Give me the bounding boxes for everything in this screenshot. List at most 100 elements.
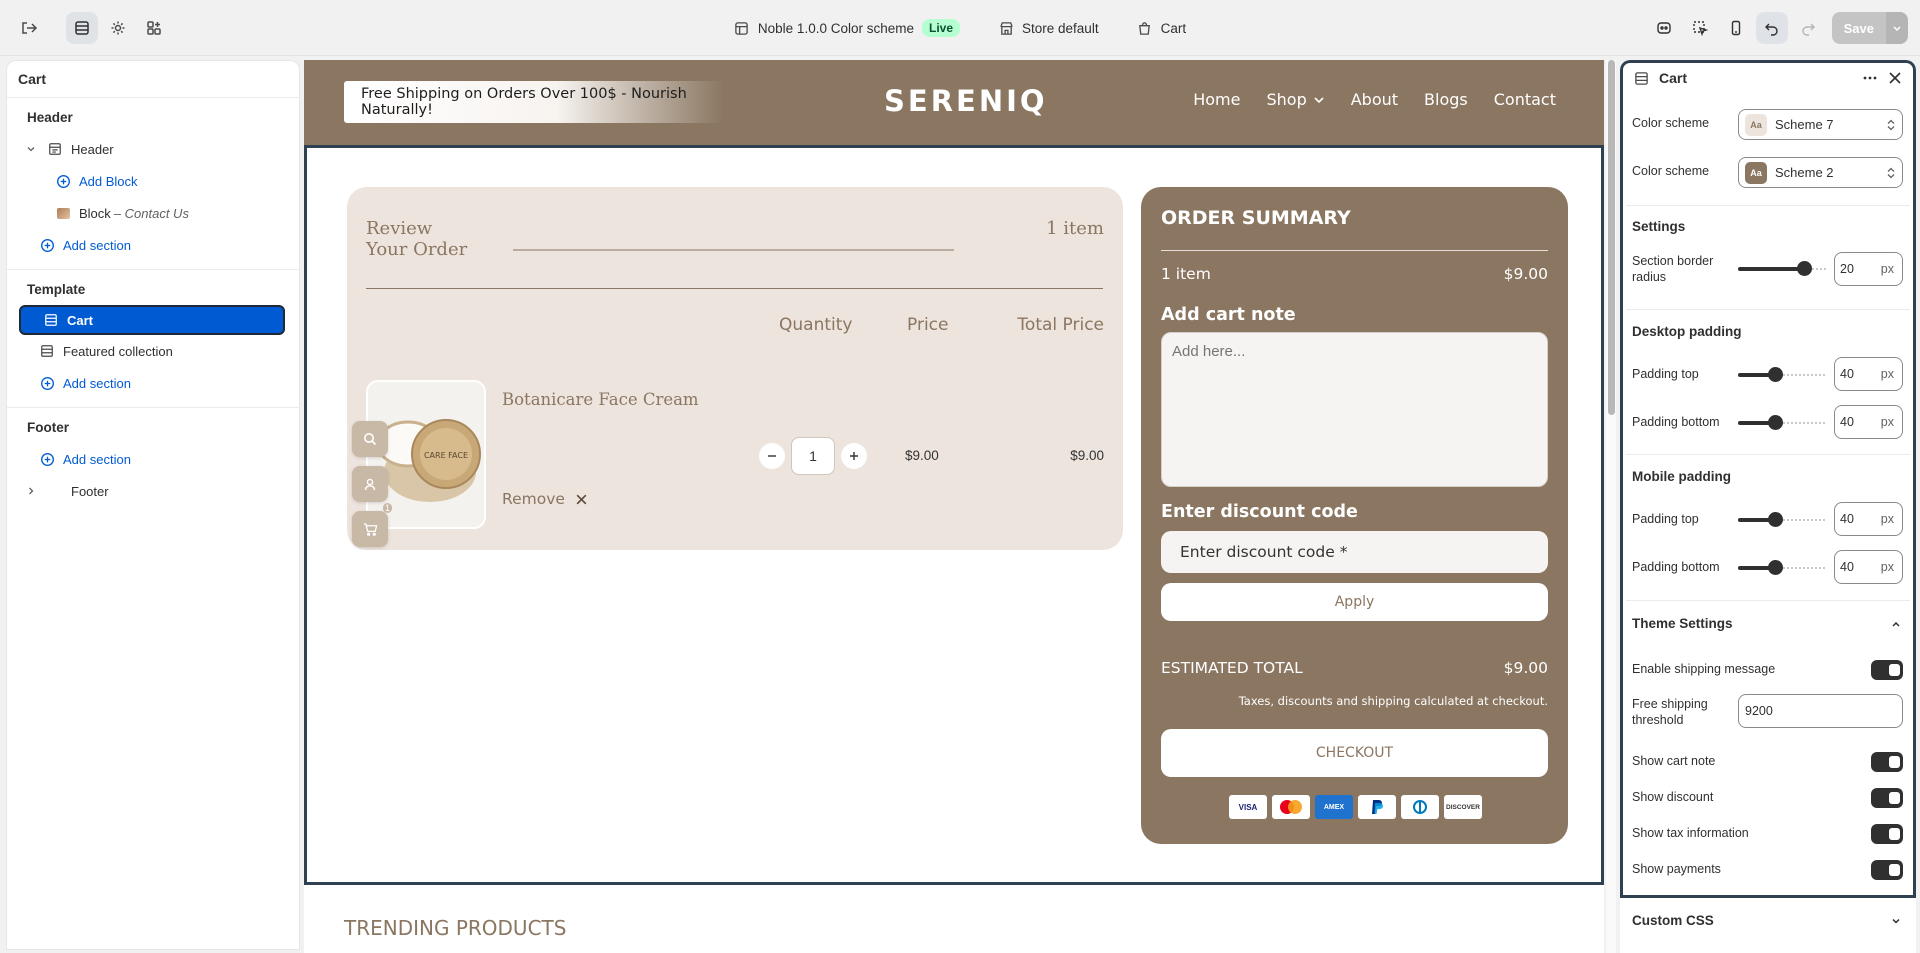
threshold-label: Free shipping threshold <box>1632 697 1708 727</box>
show-cart-note-toggle[interactable] <box>1871 752 1903 772</box>
summary-items-row: 1 item $9.00 <box>1161 265 1548 283</box>
search-float-button[interactable] <box>352 421 388 457</box>
cart-note-heading: Add cart note <box>1161 305 1296 325</box>
nav-contact[interactable]: Contact <box>1494 90 1556 109</box>
nav-about[interactable]: About <box>1351 90 1398 109</box>
amex-icon: AMEX <box>1315 795 1353 819</box>
redo-icon[interactable] <box>1792 12 1824 44</box>
section-icon <box>1634 71 1649 86</box>
apply-button[interactable]: Apply <box>1161 583 1548 621</box>
sidebar-item-label: Footer <box>71 483 109 499</box>
select-cursor-icon[interactable] <box>1684 12 1716 44</box>
sidebar-item-featured-collection[interactable]: Featured collection <box>15 335 291 367</box>
theme-settings-heading[interactable]: Theme Settings <box>1632 616 1733 631</box>
sidebar-item-footer[interactable]: Footer <box>15 475 291 507</box>
nav-shop[interactable]: Shop <box>1266 90 1324 109</box>
discover-icon: DISCOVER <box>1444 795 1482 819</box>
slider-handle[interactable] <box>1768 560 1783 575</box>
custom-css-heading[interactable]: Custom CSS <box>1632 913 1714 928</box>
border-radius-label: Section border radius <box>1632 254 1714 284</box>
page-selector[interactable]: Cart <box>1137 20 1186 36</box>
nav-blogs[interactable]: Blogs <box>1424 90 1468 109</box>
slider-handle[interactable] <box>1768 367 1783 382</box>
desktop-padding-heading: Desktop padding <box>1632 324 1742 339</box>
desktop-padding-bottom-slider[interactable] <box>1738 415 1826 430</box>
template-group-title: Template <box>27 282 86 297</box>
theme-selector[interactable]: Noble 1.0.0 Color scheme Live <box>734 19 961 37</box>
remove-button[interactable]: Remove <box>502 490 588 508</box>
padding-value: 40 <box>1840 367 1854 381</box>
sections-icon[interactable] <box>66 12 98 44</box>
border-radius-input[interactable]: 20 px <box>1834 252 1903 286</box>
add-section-header-button[interactable]: Add section <box>15 229 291 261</box>
sidebar-item-header[interactable]: Header <box>15 133 291 165</box>
slider-handle[interactable] <box>1768 512 1783 527</box>
plus-button[interactable] <box>841 443 867 469</box>
slider-handle[interactable] <box>1797 261 1812 276</box>
padding-value: 40 <box>1840 560 1854 574</box>
chevron-up-icon[interactable] <box>1890 618 1902 630</box>
cart-section[interactable]: Review Your Order 1 item Quantity Price … <box>304 145 1604 885</box>
cart-float-button[interactable]: 1 <box>352 503 392 547</box>
top-bar: Noble 1.0.0 Color scheme Live Store defa… <box>0 0 1920 56</box>
chevron-down-icon <box>1313 94 1325 106</box>
exit-icon[interactable] <box>13 12 45 44</box>
mobile-padding-top-input[interactable]: 40 px <box>1834 502 1903 536</box>
sidebar-item-cart[interactable]: Cart <box>19 305 285 335</box>
slider-handle[interactable] <box>1768 415 1783 430</box>
account-float-button[interactable] <box>352 466 388 502</box>
paypal-icon <box>1358 795 1396 819</box>
chevron-down-icon[interactable] <box>1890 915 1902 927</box>
show-discount-toggle[interactable] <box>1871 788 1903 808</box>
cart-note-input[interactable] <box>1161 332 1548 487</box>
apps-icon[interactable] <box>138 12 170 44</box>
store-selector[interactable]: Store default <box>998 20 1099 36</box>
sidebar-item-block-contact[interactable]: Block – Contact Us <box>15 197 291 229</box>
mobile-padding-top-slider[interactable] <box>1738 512 1826 527</box>
more-options-icon[interactable] <box>1862 70 1878 86</box>
tax-note: Taxes, discounts and shipping calculated… <box>1238 694 1548 708</box>
chevron-down-icon[interactable] <box>23 141 39 157</box>
add-section-template-button[interactable]: Add section <box>15 367 291 399</box>
mobile-padding-bottom-slider[interactable] <box>1738 560 1826 575</box>
threshold-input[interactable]: 9200 <box>1738 694 1903 728</box>
inspector-icon[interactable] <box>1648 12 1680 44</box>
cart-count-badge: 1 <box>382 503 392 513</box>
discount-input[interactable]: Enter discount code * <box>1161 531 1548 573</box>
gear-icon[interactable] <box>102 12 134 44</box>
padding-top-label: Padding top <box>1632 512 1699 526</box>
store-logo[interactable]: SERENIQ <box>884 84 1048 118</box>
add-section-footer-button[interactable]: Add section <box>15 443 291 475</box>
close-icon[interactable] <box>1888 71 1902 85</box>
quantity-input[interactable]: 1 <box>791 437 835 475</box>
live-badge: Live <box>922 19 961 37</box>
estimated-total-row: ESTIMATED TOTAL $9.00 <box>1161 659 1548 677</box>
mobile-view-icon[interactable] <box>1720 12 1752 44</box>
mobile-padding-bottom-input[interactable]: 40 px <box>1834 550 1903 584</box>
line-price: $9.00 <box>905 448 939 463</box>
desktop-padding-top-slider[interactable] <box>1738 367 1826 382</box>
color-scheme-select-1[interactable]: Aa Scheme 7 <box>1738 109 1903 140</box>
save-button[interactable]: Save <box>1831 12 1886 44</box>
enable-shipping-toggle[interactable] <box>1871 660 1903 680</box>
color-scheme-select-2[interactable]: Aa Scheme 2 <box>1738 157 1903 188</box>
unit-label: px <box>1880 512 1894 526</box>
add-block-button[interactable]: Add Block <box>15 165 291 197</box>
product-name[interactable]: Botanicare Face Cream <box>502 390 699 409</box>
undo-icon[interactable] <box>1755 12 1788 44</box>
preview-scrollbar-thumb[interactable] <box>1608 60 1615 415</box>
desktop-padding-top-input[interactable]: 40 px <box>1834 357 1903 391</box>
checkout-button[interactable]: CHECKOUT <box>1161 729 1548 777</box>
show-tax-toggle[interactable] <box>1871 824 1903 844</box>
summary-title: ORDER SUMMARY <box>1161 207 1351 229</box>
chevron-right-icon[interactable] <box>23 483 39 499</box>
show-payments-label: Show payments <box>1632 862 1721 876</box>
desktop-padding-bottom-input[interactable]: 40 px <box>1834 405 1903 439</box>
minus-button[interactable] <box>759 443 785 469</box>
order-summary-card: ORDER SUMMARY 1 item $9.00 Add cart note… <box>1141 187 1568 844</box>
save-options-chevron-icon[interactable] <box>1886 12 1908 44</box>
visa-icon: VISA <box>1229 795 1267 819</box>
border-radius-slider[interactable] <box>1738 261 1826 276</box>
nav-home[interactable]: Home <box>1193 90 1240 109</box>
show-payments-toggle[interactable] <box>1871 860 1903 880</box>
